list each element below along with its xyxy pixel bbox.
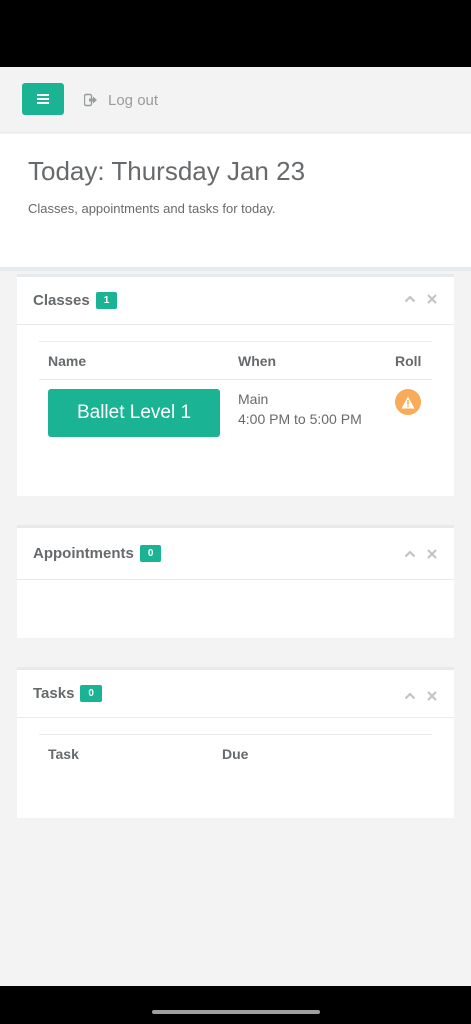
logout-label: Log out [108, 91, 159, 109]
tasks-panel-title: Tasks 0 [33, 685, 102, 702]
class-time: 4:00 PM to 5:00 PM [238, 411, 362, 427]
appointments-panel-header: Appointments 0 [17, 528, 454, 580]
classes-panel-title: Classes 1 [33, 292, 118, 309]
classes-table: Name When Roll Ballet Level 1 Main 4:00 … [39, 341, 432, 446]
tasks-panel: Tasks 0 Task Due [17, 667, 454, 818]
page-subtitle: Classes, appointments and tasks for toda… [28, 201, 276, 216]
tasks-table: Task Due [39, 734, 432, 773]
menu-toggle-button[interactable] [22, 83, 64, 115]
class-when-cell: Main 4:00 PM to 5:00 PM [229, 380, 386, 447]
classes-panel-tools [404, 293, 438, 305]
tasks-panel-content: Task Due [17, 718, 454, 789]
tasks-table-header: Task Due [39, 734, 432, 773]
close-icon[interactable] [426, 293, 438, 305]
classes-panel-content: Name When Roll Ballet Level 1 Main 4:00 … [17, 325, 454, 462]
class-button[interactable]: Ballet Level 1 [48, 389, 220, 437]
top-navbar: Log out [0, 67, 471, 133]
class-name-cell: Ballet Level 1 [39, 380, 229, 447]
close-icon[interactable] [426, 548, 438, 560]
appointments-panel-content [17, 580, 454, 612]
logout-link[interactable]: Log out [84, 90, 158, 110]
appointments-panel: Appointments 0 [17, 525, 454, 638]
hamburger-icon [37, 94, 49, 104]
column-header-roll: Roll [386, 341, 432, 380]
classes-count-badge: 1 [95, 292, 118, 309]
column-header-task: Task [39, 734, 213, 773]
classes-panel: Classes 1 Name When Roll Ballet Level 1 [17, 274, 454, 496]
column-header-name: Name [39, 341, 229, 380]
collapse-icon[interactable] [404, 548, 416, 560]
appointments-panel-title: Appointments 0 [33, 545, 162, 562]
column-header-when: When [229, 341, 386, 380]
warning-icon[interactable] [395, 389, 421, 415]
classes-panel-header: Classes 1 [17, 277, 454, 325]
page-heading: Today: Thursday Jan 23 Classes, appointm… [0, 134, 471, 271]
home-gesture-handle[interactable] [152, 1010, 320, 1014]
system-navigation-bar [0, 986, 471, 1024]
tasks-panel-header: Tasks 0 [17, 670, 454, 718]
appointments-count-badge: 0 [139, 545, 162, 562]
classes-table-header: Name When Roll [39, 341, 432, 380]
column-header-due: Due [213, 734, 432, 773]
collapse-icon[interactable] [404, 690, 416, 702]
tasks-panel-tools [404, 690, 438, 702]
close-icon[interactable] [426, 690, 438, 702]
tasks-count-badge: 0 [80, 685, 102, 702]
class-roll-cell [386, 380, 432, 447]
page-title: Today: Thursday Jan 23 [28, 156, 306, 186]
collapse-icon[interactable] [404, 293, 416, 305]
sign-out-icon [84, 93, 97, 107]
status-bar [0, 0, 471, 67]
table-row: Ballet Level 1 Main 4:00 PM to 5:00 PM [39, 380, 432, 447]
class-location: Main [238, 391, 269, 407]
appointments-panel-tools [404, 548, 438, 560]
